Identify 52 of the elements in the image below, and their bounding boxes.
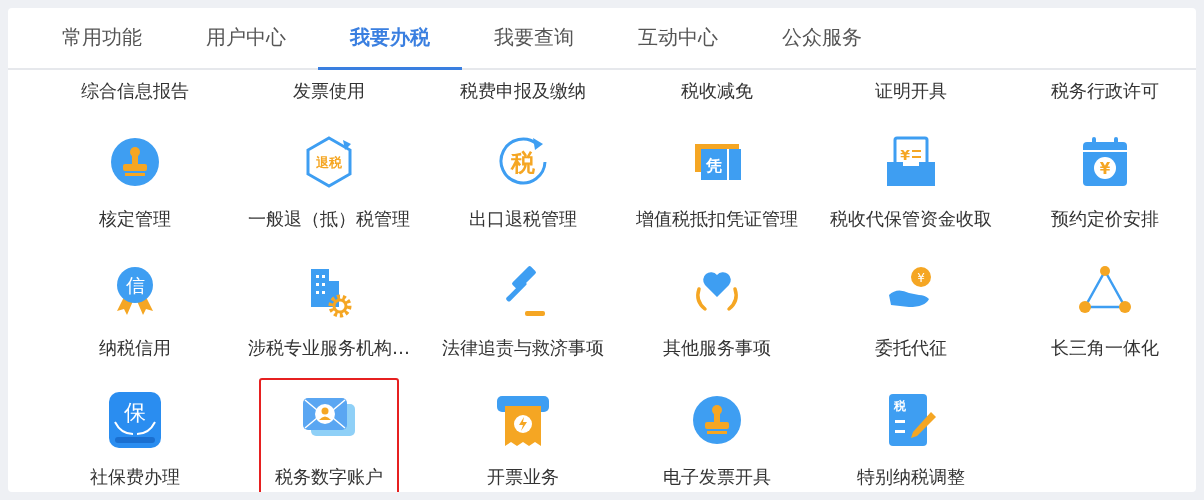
- service-label: 增值税抵扣凭证管理: [636, 208, 798, 231]
- service-tile[interactable]: 开票业务: [477, 378, 569, 492]
- service-label: 核定管理: [99, 208, 171, 231]
- service-tile[interactable]: 税 出口退税管理: [459, 120, 587, 249]
- tab[interactable]: 公众服务: [750, 8, 894, 70]
- service-label: 税收减免: [681, 80, 753, 103]
- service-label: 发票使用: [293, 80, 365, 103]
- service-label: 法律追责与救济事项: [442, 337, 604, 360]
- service-tile[interactable]: 综合信息报告: [71, 70, 199, 120]
- service-tile[interactable]: 税务行政许可: [1041, 70, 1169, 120]
- service-tile[interactable]: 电子发票开具: [653, 378, 781, 492]
- service-label: 综合信息报告: [81, 80, 189, 103]
- service-tile[interactable]: 其他服务事项: [653, 249, 781, 378]
- service-label: 一般退（抵）税管理: [248, 208, 410, 231]
- service-tile[interactable]: ¥ 税收代保管资金收取: [820, 120, 1002, 249]
- service-label: 社保费办理: [90, 466, 180, 489]
- tab[interactable]: 互动中心: [606, 8, 750, 70]
- service-tile[interactable]: 发票使用: [283, 70, 375, 120]
- service-label: 特别纳税调整: [857, 466, 965, 489]
- service-label: 税收代保管资金收取: [830, 208, 992, 231]
- tab[interactable]: 我要办税: [318, 8, 462, 70]
- service-tile[interactable]: 税收减免: [671, 70, 763, 120]
- service-label: 出口退税管理: [469, 208, 577, 231]
- tab[interactable]: 常用功能: [30, 8, 174, 70]
- service-tile[interactable]: 法律追责与救济事项: [432, 249, 614, 378]
- service-label: 其他服务事项: [663, 337, 771, 360]
- service-label: 涉税专业服务机构…: [248, 337, 410, 360]
- service-tile[interactable]: 税费申报及缴纳: [450, 70, 596, 120]
- service-label: 预约定价安排: [1051, 208, 1159, 231]
- service-label: 委托代征: [875, 337, 947, 360]
- service-tile[interactable]: 退税 一般退（抵）税管理: [238, 120, 420, 249]
- service-label: 纳税信用: [99, 337, 171, 360]
- service-tile[interactable]: 税 特别纳税调整: [847, 378, 975, 492]
- service-label: 电子发票开具: [663, 466, 771, 489]
- service-tile[interactable]: 涉税专业服务机构…: [238, 249, 420, 378]
- service-tile[interactable]: 核定管理: [89, 120, 181, 249]
- service-label: 税务行政许可: [1051, 80, 1159, 103]
- tab[interactable]: 我要查询: [462, 8, 606, 70]
- tab[interactable]: 用户中心: [174, 8, 318, 70]
- service-tile[interactable]: 税务数字账户: [259, 378, 399, 492]
- service-tile[interactable]: 证明开具: [865, 70, 957, 120]
- service-tile[interactable]: ¥ 预约定价安排: [1041, 120, 1169, 249]
- service-label: 开票业务: [487, 466, 559, 489]
- service-label: 证明开具: [875, 80, 947, 103]
- service-tile[interactable]: ¥ 委托代征: [865, 249, 957, 378]
- service-label: 税费申报及缴纳: [460, 80, 586, 103]
- service-tile[interactable]: 保 社保费办理: [80, 378, 190, 492]
- service-tile[interactable]: 信 纳税信用: [89, 249, 181, 378]
- service-tile[interactable]: 凭 增值税抵扣凭证管理: [626, 120, 808, 249]
- service-label: 长三角一体化: [1051, 337, 1159, 360]
- service-label: 税务数字账户: [275, 466, 383, 489]
- service-tile[interactable]: 长三角一体化: [1041, 249, 1169, 378]
